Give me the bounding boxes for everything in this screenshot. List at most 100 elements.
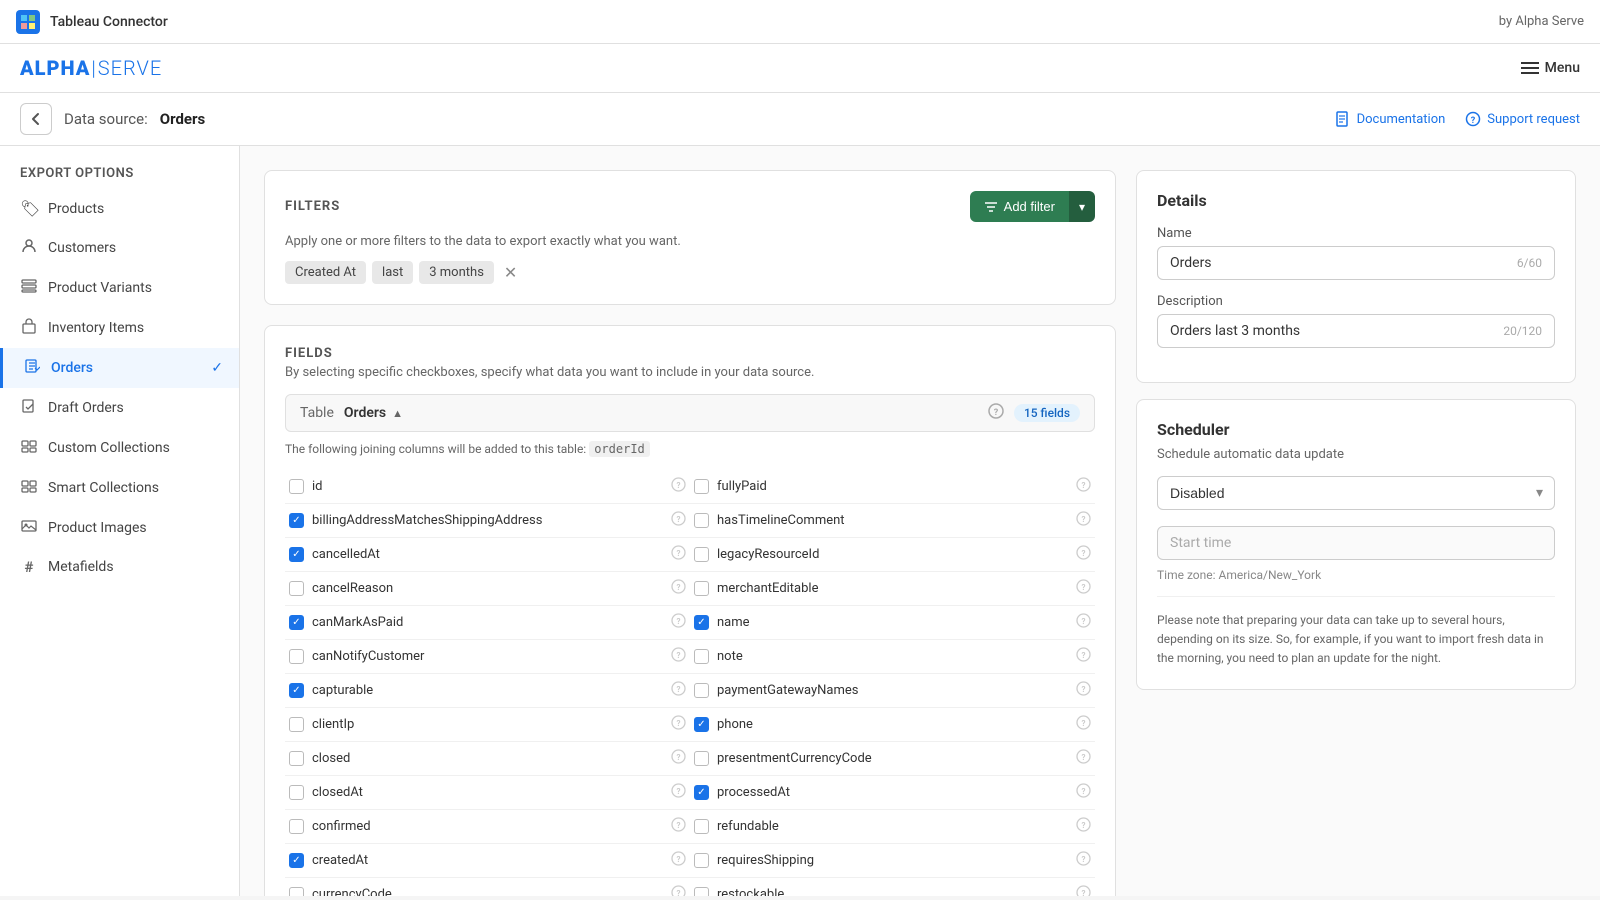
field-help-icon[interactable]: ? bbox=[1076, 851, 1091, 870]
support-icon: ? bbox=[1465, 111, 1481, 127]
field-checkbox-requiresShipping[interactable] bbox=[694, 853, 709, 868]
field-checkbox-hasTimelineComment[interactable] bbox=[694, 513, 709, 528]
field-help-icon[interactable]: ? bbox=[671, 613, 686, 632]
documentation-link[interactable]: Documentation bbox=[1335, 111, 1446, 127]
field-name-createdAt: createdAt bbox=[312, 853, 663, 868]
sidebar-item-orders[interactable]: Orders ✓ bbox=[0, 348, 239, 388]
filter-clear-button[interactable]: ✕ bbox=[504, 263, 517, 283]
draft-orders-icon bbox=[20, 398, 38, 418]
sidebar-item-smart-collections[interactable]: Smart Collections bbox=[0, 468, 239, 508]
sidebar-item-label: Smart Collections bbox=[48, 480, 159, 496]
field-checkbox-currencyCode[interactable] bbox=[289, 887, 304, 896]
field-help-icon[interactable]: ? bbox=[671, 511, 686, 530]
field-name-presentmentCurrencyCode: presentmentCurrencyCode bbox=[717, 751, 1068, 766]
field-help-icon[interactable]: ? bbox=[671, 477, 686, 496]
field-checkbox-name[interactable] bbox=[694, 615, 709, 630]
field-checkbox-confirmed[interactable] bbox=[289, 819, 304, 834]
field-help-icon[interactable]: ? bbox=[671, 783, 686, 802]
name-input[interactable]: Orders 6/60 bbox=[1157, 246, 1555, 280]
field-checkbox-restockable[interactable] bbox=[694, 887, 709, 896]
field-help-icon[interactable]: ? bbox=[1076, 817, 1091, 836]
field-checkbox-cancelReason[interactable] bbox=[289, 581, 304, 596]
sidebar-item-product-variants[interactable]: Product Variants bbox=[0, 268, 239, 308]
svg-text:?: ? bbox=[677, 481, 681, 490]
field-checkbox-id[interactable] bbox=[289, 479, 304, 494]
add-filter-dropdown-button[interactable]: ▾ bbox=[1069, 191, 1095, 222]
field-help-icon[interactable]: ? bbox=[1076, 715, 1091, 734]
field-checkbox-canNotifyCustomer[interactable] bbox=[289, 649, 304, 664]
top-bar: Tableau Connector by Alpha Serve bbox=[0, 0, 1600, 44]
field-help-icon[interactable]: ? bbox=[671, 681, 686, 700]
field-row: merchantEditable? bbox=[690, 572, 1095, 606]
sidebar-item-customers[interactable]: Customers bbox=[0, 228, 239, 268]
breadcrumb-bar: Data source: Orders Documentation ? Supp… bbox=[0, 93, 1600, 146]
field-help-icon[interactable]: ? bbox=[1076, 613, 1091, 632]
sidebar-item-custom-collections[interactable]: Custom Collections bbox=[0, 428, 239, 468]
field-checkbox-canMarkAsPaid[interactable] bbox=[289, 615, 304, 630]
field-name-legacyResourceId: legacyResourceId bbox=[717, 547, 1068, 562]
field-help-icon[interactable]: ? bbox=[671, 817, 686, 836]
table-help-icon[interactable]: ? bbox=[988, 403, 1004, 423]
field-checkbox-clientIp[interactable] bbox=[289, 717, 304, 732]
top-bar-left: Tableau Connector bbox=[16, 10, 168, 34]
support-link[interactable]: ? Support request bbox=[1465, 111, 1580, 127]
field-row: capturable? bbox=[285, 674, 690, 708]
field-checkbox-note[interactable] bbox=[694, 649, 709, 664]
app-title: Tableau Connector bbox=[50, 14, 168, 30]
menu-button[interactable]: Menu bbox=[1521, 60, 1580, 76]
inventory-icon bbox=[20, 318, 38, 338]
field-help-icon[interactable]: ? bbox=[1076, 511, 1091, 530]
field-checkbox-closed[interactable] bbox=[289, 751, 304, 766]
field-help-icon[interactable]: ? bbox=[671, 579, 686, 598]
field-help-icon[interactable]: ? bbox=[671, 885, 686, 896]
field-checkbox-merchantEditable[interactable] bbox=[694, 581, 709, 596]
field-help-icon[interactable]: ? bbox=[1076, 749, 1091, 768]
add-filter-button[interactable]: Add filter bbox=[970, 191, 1069, 222]
field-help-icon[interactable]: ? bbox=[1076, 885, 1091, 896]
field-name-hasTimelineComment: hasTimelineComment bbox=[717, 513, 1068, 528]
field-checkbox-phone[interactable] bbox=[694, 717, 709, 732]
sidebar-item-products[interactable]: 🏷 Products bbox=[0, 189, 239, 228]
svg-text:?: ? bbox=[677, 651, 681, 660]
field-help-icon[interactable]: ? bbox=[1076, 783, 1091, 802]
sidebar-item-inventory-items[interactable]: Inventory Items bbox=[0, 308, 239, 348]
field-name-billingAddressMatchesShippingAddress: billingAddressMatchesShippingAddress bbox=[312, 513, 663, 528]
field-checkbox-closedAt[interactable] bbox=[289, 785, 304, 800]
field-checkbox-processedAt[interactable] bbox=[694, 785, 709, 800]
field-checkbox-paymentGatewayNames[interactable] bbox=[694, 683, 709, 698]
sidebar-item-label: Draft Orders bbox=[48, 400, 124, 416]
main-layout: Export options 🏷 Products Customers bbox=[0, 146, 1600, 896]
field-help-icon[interactable]: ? bbox=[1076, 579, 1091, 598]
fields-title: FIELDS bbox=[285, 346, 1095, 361]
field-help-icon[interactable]: ? bbox=[671, 647, 686, 666]
customers-icon bbox=[20, 238, 38, 258]
start-time-input[interactable]: Start time bbox=[1157, 526, 1555, 560]
field-help-icon[interactable]: ? bbox=[671, 715, 686, 734]
field-row: currencyCode? bbox=[285, 878, 690, 896]
field-help-icon[interactable]: ? bbox=[671, 545, 686, 564]
field-help-icon[interactable]: ? bbox=[671, 851, 686, 870]
sidebar-item-product-images[interactable]: Product Images bbox=[0, 508, 239, 548]
back-button[interactable] bbox=[20, 103, 52, 135]
field-help-icon[interactable]: ? bbox=[1076, 545, 1091, 564]
sidebar-item-metafields[interactable]: # Metafields bbox=[0, 548, 239, 586]
scheduler-select[interactable]: DisabledEvery hourEvery dayEvery weekEve… bbox=[1157, 476, 1555, 510]
field-checkbox-refundable[interactable] bbox=[694, 819, 709, 834]
field-checkbox-capturable[interactable] bbox=[289, 683, 304, 698]
sidebar-item-draft-orders[interactable]: Draft Orders bbox=[0, 388, 239, 428]
description-input[interactable]: Orders last 3 months 20/120 bbox=[1157, 314, 1555, 348]
field-checkbox-cancelledAt[interactable] bbox=[289, 547, 304, 562]
field-help-icon[interactable]: ? bbox=[671, 749, 686, 768]
field-checkbox-presentmentCurrencyCode[interactable] bbox=[694, 751, 709, 766]
field-checkbox-legacyResourceId[interactable] bbox=[694, 547, 709, 562]
field-help-icon[interactable]: ? bbox=[1076, 477, 1091, 496]
sidebar-item-label: Products bbox=[48, 201, 104, 217]
field-help-icon[interactable]: ? bbox=[1076, 647, 1091, 666]
sidebar-item-label: Inventory Items bbox=[48, 320, 144, 336]
field-checkbox-billingAddressMatchesShippingAddress[interactable] bbox=[289, 513, 304, 528]
field-checkbox-fullyPaid[interactable] bbox=[694, 479, 709, 494]
fields-description: By selecting specific checkboxes, specif… bbox=[285, 365, 1095, 380]
field-help-icon[interactable]: ? bbox=[1076, 681, 1091, 700]
field-checkbox-createdAt[interactable] bbox=[289, 853, 304, 868]
sidebar: Export options 🏷 Products Customers bbox=[0, 146, 240, 896]
